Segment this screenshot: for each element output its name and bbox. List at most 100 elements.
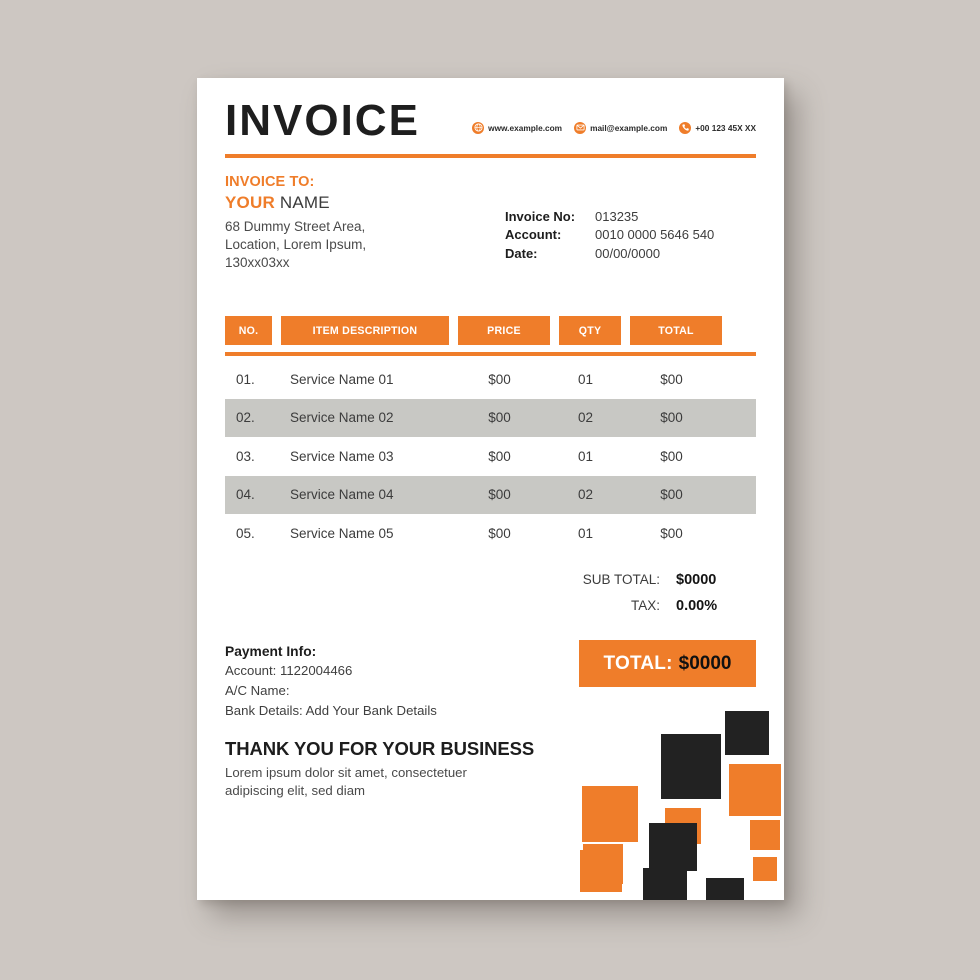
- client-name: YOUR NAME: [225, 193, 475, 213]
- envelope-icon: [574, 121, 587, 134]
- meta-row-account: Account: 0010 0000 5646 540: [505, 226, 714, 244]
- mosaic-square: [725, 711, 769, 755]
- contact-item-phone[interactable]: +00 123 45X XX: [679, 121, 756, 134]
- thank-you-line-1: Lorem ipsum dolor sit amet, consectetuer: [225, 765, 467, 780]
- summary-row-tax: TAX: 0.00%: [556, 594, 756, 620]
- thank-you-block: THANK YOU FOR YOUR BUSINESS Lorem ipsum …: [225, 738, 565, 801]
- items-table-body: 01. Service Name 01 $00 01 $00 02. Servi…: [225, 360, 756, 553]
- cell-no: 02.: [236, 410, 255, 426]
- column-header-total: TOTAL: [630, 316, 722, 345]
- contact-item-website[interactable]: www.example.com: [472, 121, 562, 134]
- payment-info-block: Payment Info: Account: 1122004466 A/C Na…: [225, 644, 525, 721]
- cell-description: Service Name 02: [290, 410, 394, 426]
- cell-description: Service Name 03: [290, 448, 394, 464]
- client-address-line-2: Location, Lorem Ipsum,: [225, 236, 367, 252]
- mosaic-square: [665, 808, 701, 844]
- subtotal-label: SUB TOTAL:: [582, 572, 660, 587]
- cell-qty: 01: [577, 448, 594, 464]
- subtotal-value: $0000: [676, 572, 717, 588]
- meta-row-date: Date: 00/00/0000: [505, 245, 714, 263]
- header-divider: [225, 154, 756, 158]
- cell-total: $00: [660, 448, 683, 464]
- table-row: 05. Service Name 05 $00 01 $00: [225, 514, 756, 553]
- invoice-header: INVOICE www.example.com mail@example.com…: [225, 96, 756, 145]
- cell-price: $00: [488, 487, 511, 503]
- column-header-no: NO.: [225, 316, 272, 345]
- tax-value: 0.00%: [676, 597, 718, 614]
- meta-key-account: Account:: [505, 227, 562, 243]
- meta-row-invoice-no: Invoice No: 013235: [505, 208, 714, 226]
- meta-key-date: Date:: [505, 245, 538, 261]
- globe-icon: [472, 121, 485, 134]
- mosaic-square: [750, 820, 780, 850]
- invoice-meta-block: Invoice No: 013235 Account: 0010 0000 56…: [505, 208, 714, 263]
- thank-you-line-2: adipiscing elit, sed diam: [225, 783, 366, 799]
- client-name-highlight: YOUR: [225, 193, 275, 212]
- column-header-qty: QTY: [559, 316, 621, 345]
- thank-you-title: THANK YOU FOR YOUR BUSINESS: [225, 738, 535, 759]
- grand-total-value: $0000: [678, 652, 732, 674]
- screenshot-canvas: INVOICE www.example.com mail@example.com…: [0, 0, 980, 980]
- cell-qty: 02: [577, 410, 594, 426]
- cell-no: 01.: [236, 371, 255, 387]
- cell-price: $00: [488, 448, 511, 464]
- summary-block: SUB TOTAL: $0000 TAX: 0.00%: [556, 568, 756, 620]
- meta-value-invoice-no: 013235: [595, 209, 639, 224]
- meta-value-account: 0010 0000 5646 540: [595, 227, 715, 243]
- phone-icon: [679, 121, 692, 134]
- cell-description: Service Name 04: [290, 487, 394, 503]
- payment-bank-details: Bank Details: Add Your Bank Details: [225, 703, 437, 719]
- mosaic-square: [582, 786, 638, 842]
- summary-row-subtotal: SUB TOTAL: $0000: [556, 568, 756, 594]
- cell-total: $00: [660, 410, 683, 426]
- table-row: 02. Service Name 02 $00 02 $00: [225, 398, 756, 437]
- client-address-line-3: 130xx03xx: [225, 254, 290, 270]
- meta-value-date: 00/00/0000: [595, 245, 661, 261]
- tax-label: TAX:: [630, 597, 660, 613]
- cell-total: $00: [660, 371, 683, 387]
- client-address: 68 Dummy Street Area, Location, Lorem Ip…: [225, 218, 475, 272]
- cell-no: 04.: [236, 487, 255, 503]
- table-row: 03. Service Name 03 $00 01 $00: [225, 437, 756, 476]
- mosaic-square: [649, 823, 697, 871]
- cell-no: 05.: [236, 525, 255, 541]
- mosaic-square: [753, 857, 777, 881]
- invoice-to-label: INVOICE TO:: [225, 174, 315, 190]
- cell-qty: 01: [577, 525, 594, 541]
- column-header-item-description: ITEM DESCRIPTION: [281, 316, 449, 345]
- thank-you-text: Lorem ipsum dolor sit amet, consectetuer…: [225, 764, 565, 801]
- cell-total: $00: [660, 487, 683, 503]
- mosaic-square: [583, 844, 623, 884]
- cell-price: $00: [488, 410, 511, 426]
- grand-total-box: TOTAL: $0000: [579, 640, 756, 687]
- cell-qty: 01: [577, 371, 594, 387]
- cell-no: 03.: [236, 448, 255, 464]
- table-row: 04. Service Name 04 $00 02 $00: [225, 475, 756, 514]
- grand-total-label: TOTAL:: [603, 652, 673, 674]
- payment-info-title: Payment Info:: [225, 644, 317, 659]
- table-row: 01. Service Name 01 $00 01 $00: [225, 360, 756, 399]
- cell-price: $00: [488, 371, 511, 387]
- mosaic-square: [729, 764, 781, 816]
- cell-description: Service Name 05: [290, 525, 394, 541]
- invoice-document: INVOICE www.example.com mail@example.com…: [197, 78, 784, 900]
- contact-item-email[interactable]: mail@example.com: [574, 121, 668, 134]
- cell-price: $00: [488, 525, 511, 541]
- contact-email-label: mail@example.com: [590, 122, 668, 133]
- items-table-header: NO. ITEM DESCRIPTION PRICE QTY TOTAL: [225, 316, 756, 345]
- page-title: INVOICE: [225, 96, 420, 145]
- mosaic-square: [706, 878, 744, 900]
- bill-to-block: INVOICE TO: YOUR NAME 68 Dummy Street Ar…: [225, 174, 475, 272]
- table-header-divider: [225, 352, 756, 356]
- meta-key-invoice-no: Invoice No:: [505, 209, 576, 224]
- cell-description: Service Name 01: [290, 371, 394, 387]
- mosaic-square: [580, 850, 622, 892]
- mosaic-square: [643, 868, 687, 900]
- client-address-line-1: 68 Dummy Street Area,: [225, 219, 366, 234]
- payment-ac-name: A/C Name:: [225, 683, 290, 699]
- contact-info-list: www.example.com mail@example.com +00 123…: [472, 121, 756, 142]
- mosaic-square: [661, 734, 721, 799]
- cell-total: $00: [660, 525, 683, 541]
- payment-account: Account: 1122004466: [225, 663, 353, 678]
- client-name-rest: NAME: [274, 193, 330, 212]
